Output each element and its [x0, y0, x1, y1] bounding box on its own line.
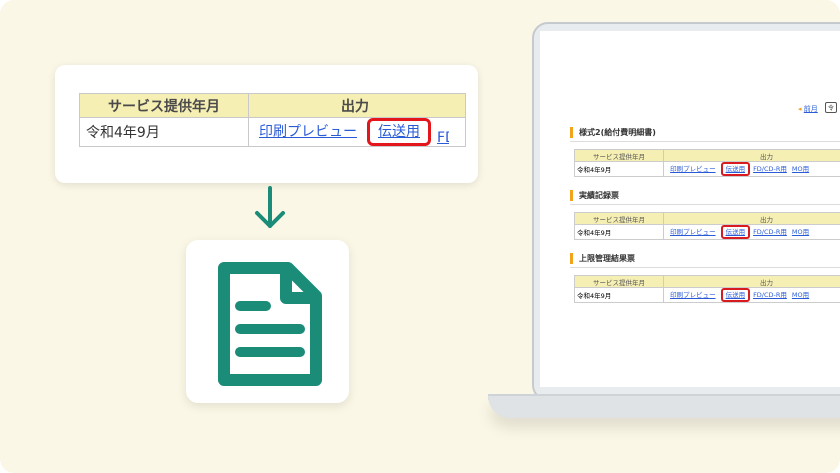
output-table-record-sheet: サービス提供年月 出力 令和4年9月 印刷プレビュー 伝送用 FD/CD-R用 MO用 [573, 212, 840, 240]
fd-cdr-link[interactable]: FD/CD-R用 [753, 291, 787, 299]
section-bar-icon [570, 127, 573, 138]
document-icon-card [186, 240, 349, 403]
service-month-value: 令和4年9月 [573, 161, 665, 177]
output-table-limit-result: サービス提供年月 出力 令和4年9月 印刷プレビュー 伝送用 FD/CD-R用 MO用 [573, 275, 840, 303]
section-bar-icon [570, 190, 573, 201]
output-table-form2: サービス提供年月 出力 令和4年9月 印刷プレビュー 伝送用 FD/CD-R用 MO用 [573, 149, 840, 177]
output-links-cell: 印刷プレビュー 伝送用 FD [248, 117, 466, 147]
section-title-limit-result: 上限管理結果票 [579, 254, 635, 263]
mo-link[interactable]: MO用 [792, 228, 809, 236]
print-preview-link[interactable]: 印刷プレビュー [670, 291, 716, 299]
laptop-base [488, 396, 840, 418]
column-header-service-month: サービス提供年月 [573, 212, 665, 225]
output-links-cell: 印刷プレビュー 伝送用 FD/CD-R用 MO用 [663, 287, 840, 303]
section-title-record-sheet: 実績記録票 [579, 191, 619, 200]
previous-month-link[interactable]: ◂ 前月 [798, 104, 818, 114]
zoomed-output-table-card: サービス提供年月 出力 令和4年9月 印刷プレビュー 伝送用 FD [55, 65, 478, 183]
transmission-link-highlight: 伝送用 [720, 288, 751, 302]
section-heading-form2: 様式2(給付費明細書) [570, 127, 656, 139]
print-preview-link[interactable]: 印刷プレビュー [670, 165, 716, 173]
fd-link-clipped[interactable]: FD [437, 130, 449, 146]
service-month-value: 令和4年9月 [79, 117, 249, 147]
transmission-link[interactable]: 伝送用 [726, 228, 746, 236]
section-bar-icon [570, 253, 573, 264]
transmission-link[interactable]: 伝送用 [378, 124, 420, 140]
transmission-link-highlight: 伝送用 [720, 162, 751, 176]
fd-cdr-link[interactable]: FD/CD-R用 [753, 228, 787, 236]
column-header-output: 出力 [663, 149, 840, 162]
transmission-link[interactable]: 伝送用 [726, 291, 746, 299]
illustration-canvas: サービス提供年月 出力 令和4年9月 印刷プレビュー伝送用FD ◂ 前月 [0, 0, 840, 473]
mo-link[interactable]: MO用 [792, 291, 809, 299]
section-heading-record-sheet: 実績記録票 [570, 190, 619, 202]
print-preview-link[interactable]: 印刷プレビュー [670, 228, 716, 236]
column-header-output: 出力 [663, 275, 840, 288]
arrow-down-icon [255, 186, 285, 228]
era-selector-button[interactable]: 令 [825, 102, 838, 113]
document-icon [218, 262, 322, 386]
column-header-service-month: サービス提供年月 [79, 93, 249, 118]
service-month-value: 令和4年9月 [573, 224, 665, 240]
mo-link[interactable]: MO用 [792, 165, 809, 173]
section-heading-limit-result: 上限管理結果票 [570, 253, 635, 265]
column-header-output: 出力 [248, 93, 466, 118]
section-title-form2: 様式2(給付費明細書) [579, 128, 656, 137]
column-header-service-month: サービス提供年月 [573, 275, 665, 288]
output-links-cell: 印刷プレビュー 伝送用 FD/CD-R用 MO用 [663, 161, 840, 177]
zoomed-output-table: サービス提供年月 出力 令和4年9月 印刷プレビュー 伝送用 FD [79, 93, 466, 147]
print-preview-link[interactable]: 印刷プレビュー [259, 124, 357, 140]
laptop-screen: ◂ 前月 令 様式2(給付費明細書) サービス提供年月 出力 令和4年9月 印刷… [540, 31, 840, 387]
column-header-service-month: サービス提供年月 [573, 149, 665, 162]
transmission-link-highlight: 伝送用 [720, 225, 751, 239]
section-divider [570, 204, 840, 205]
output-links-cell: 印刷プレビュー 伝送用 FD/CD-R用 MO用 [663, 224, 840, 240]
column-header-output: 出力 [663, 212, 840, 225]
section-divider [570, 267, 840, 268]
transmission-link[interactable]: 伝送用 [726, 165, 746, 173]
service-month-value: 令和4年9月 [573, 287, 665, 303]
transmission-link-highlight: 伝送用 [367, 118, 431, 146]
fd-cdr-link[interactable]: FD/CD-R用 [753, 165, 787, 173]
section-divider [570, 141, 840, 142]
previous-month-label: 前月 [803, 105, 818, 113]
